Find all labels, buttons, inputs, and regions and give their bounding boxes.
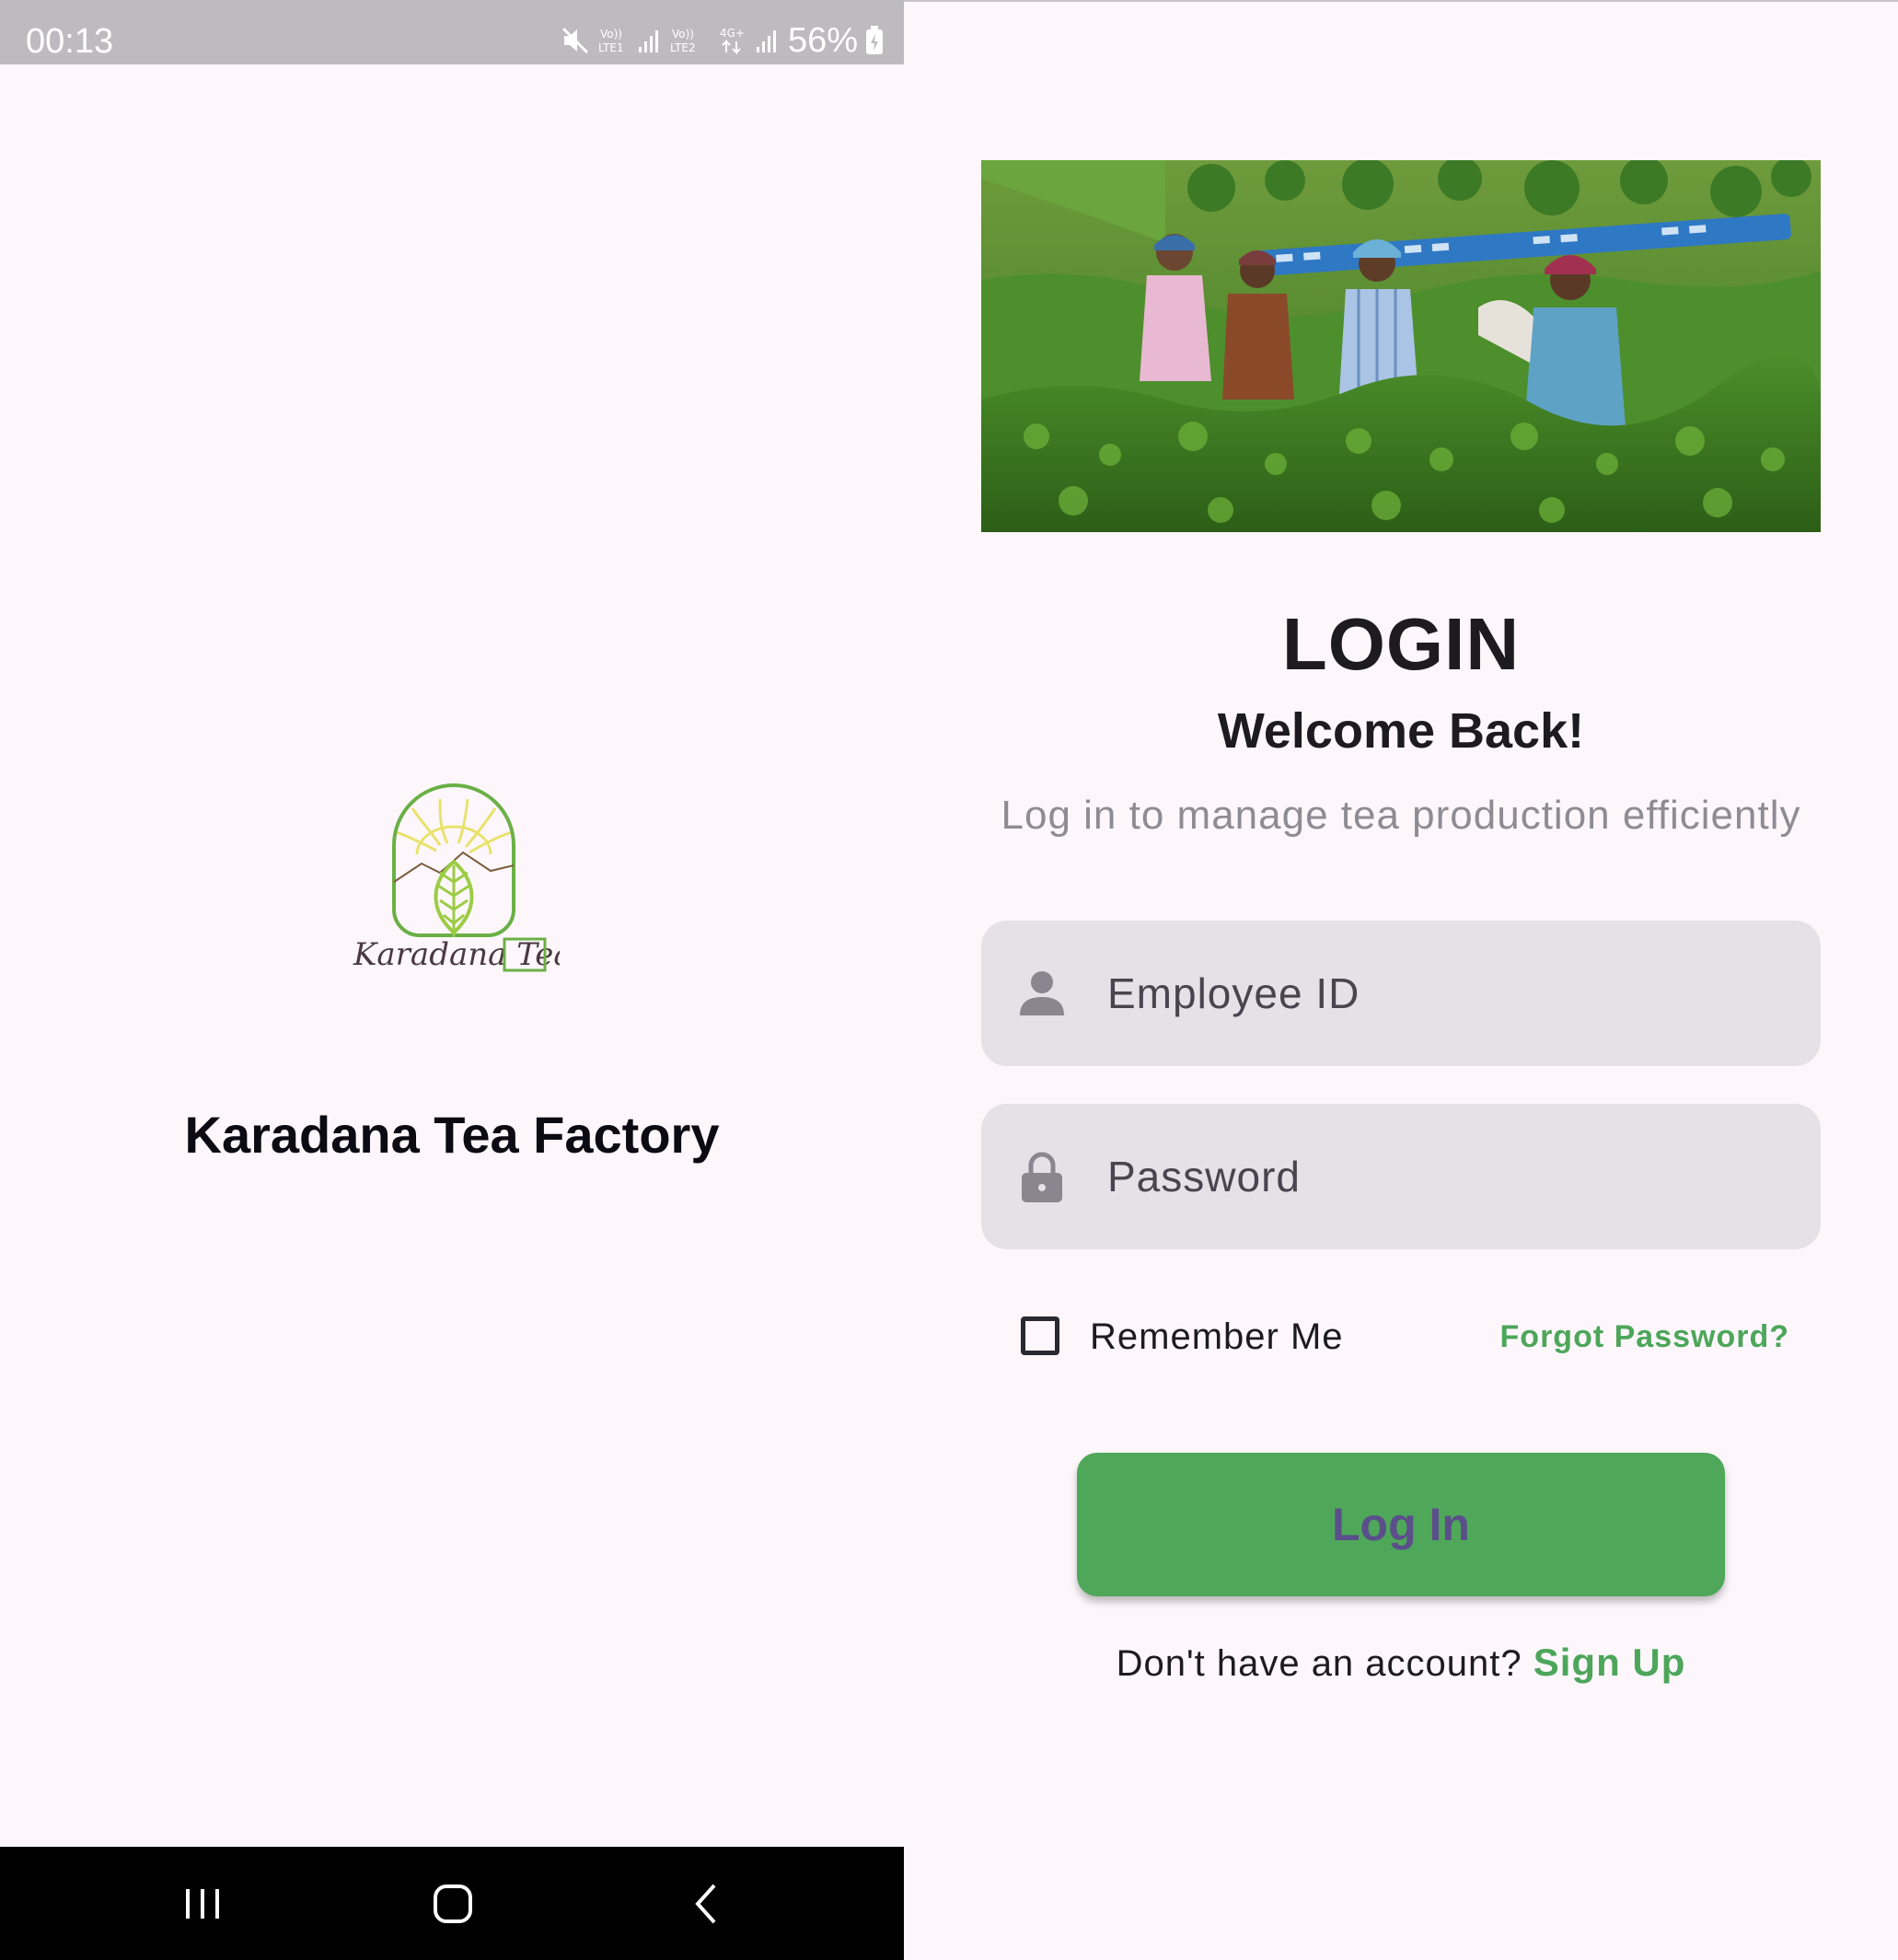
data-4g-icon: 4G+ — [720, 27, 745, 55]
person-icon — [1020, 971, 1064, 1015]
svg-text:Vo)): Vo)) — [672, 28, 694, 41]
remember-row: Remember Me Forgot Password? — [981, 1309, 1821, 1374]
battery-percent: 56% — [787, 21, 858, 60]
svg-text:LTE1: LTE1 — [598, 41, 624, 54]
employee-id-field[interactable] — [981, 921, 1821, 1066]
logo-script-text: Karadana Tea — [353, 936, 560, 973]
password-field[interactable] — [981, 1104, 1821, 1249]
employee-id-input[interactable] — [1107, 961, 1793, 1026]
lte2-signal-icon: Vo)) LTE2 — [670, 28, 696, 54]
login-title: LOGIN — [1281, 603, 1521, 685]
welcome-heading: Welcome Back! — [1217, 703, 1585, 759]
no-account-text: Don't have an account? — [1116, 1643, 1533, 1684]
status-time: 00:13 — [26, 22, 114, 61]
recents-icon[interactable] — [175, 1876, 230, 1931]
system-nav-bar — [0, 1847, 904, 1960]
hero-illustration — [981, 160, 1821, 532]
app-name: Karadana Tea Factory — [184, 1106, 720, 1164]
mute-icon — [561, 27, 588, 54]
karadana-tea-logo: Karadana Tea — [348, 781, 573, 979]
svg-text:LTE2: LTE2 — [670, 41, 696, 54]
splash-screen: 00:13 Vo)) LTE1 Vo)) LTE2 4G+ 56% Karada… — [0, 0, 904, 1960]
battery-icon — [866, 26, 883, 54]
home-icon[interactable] — [425, 1876, 480, 1931]
login-button[interactable]: Log In — [1077, 1453, 1725, 1596]
login-screen: LOGIN Welcome Back! Log in to manage tea… — [904, 2, 1898, 1960]
remember-me-label[interactable]: Remember Me — [1090, 1316, 1344, 1357]
back-icon[interactable] — [679, 1876, 735, 1931]
lock-icon — [1022, 1152, 1062, 1202]
lte1-signal-icon: Vo)) LTE1 — [598, 28, 658, 54]
remember-me-checkbox[interactable] — [1021, 1316, 1059, 1355]
login-subtitle: Log in to manage tea production efficien… — [1001, 793, 1801, 838]
tea-pickers-hero-image — [981, 160, 1821, 532]
signup-row: Don't have an account? Sign Up — [904, 1637, 1898, 1689]
svg-text:4G+: 4G+ — [720, 27, 745, 40]
status-icons: Vo)) LTE1 Vo)) LTE2 4G+ 56% — [560, 18, 884, 63]
tea-leaf-logo-icon: Karadana Tea — [353, 783, 573, 973]
screen-composite: 00:13 Vo)) LTE1 Vo)) LTE2 4G+ 56% Karada… — [0, 0, 1898, 1960]
password-input[interactable] — [1107, 1144, 1793, 1209]
svg-text:Vo)): Vo)) — [600, 28, 622, 41]
sign-up-link[interactable]: Sign Up — [1533, 1641, 1686, 1684]
signal-icon — [756, 30, 776, 52]
status-bar: 00:13 Vo)) LTE1 Vo)) LTE2 4G+ 56% — [0, 0, 904, 64]
forgot-password-link[interactable]: Forgot Password? — [1500, 1318, 1789, 1355]
